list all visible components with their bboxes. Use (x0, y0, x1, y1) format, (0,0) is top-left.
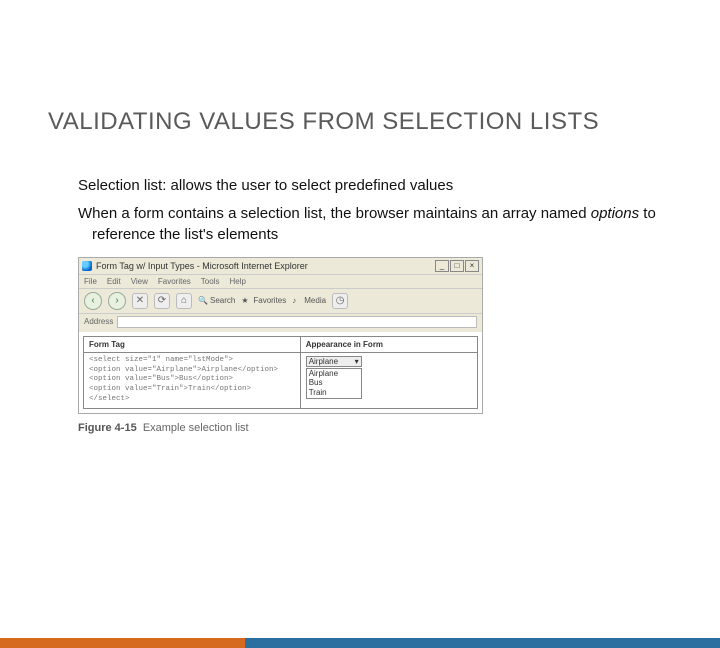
minimize-button[interactable]: _ (435, 260, 449, 272)
figure-text: Example selection list (143, 422, 249, 434)
paragraph-2-em: options (591, 205, 639, 222)
menu-file[interactable]: File (84, 277, 97, 286)
menu-edit[interactable]: Edit (107, 277, 121, 286)
home-button[interactable]: ⌂ (176, 293, 192, 309)
embedded-browser-window: Form Tag w/ Input Types - Microsoft Inte… (78, 257, 483, 414)
slide-body: Selection list: allows the user to selec… (78, 176, 660, 434)
close-button[interactable]: × (465, 260, 479, 272)
slide-title: VALIDATING VALUES FROM SELECTION LISTS (48, 108, 720, 136)
list-item[interactable]: Bus (307, 378, 361, 388)
browser-viewport: Form Tag Appearance in Form <select size… (79, 332, 482, 413)
browser-title: Form Tag w/ Input Types - Microsoft Inte… (96, 261, 308, 271)
figure-label: Figure 4-15 (78, 422, 137, 434)
refresh-button[interactable]: ⟳ (154, 293, 170, 309)
address-bar: Address (79, 314, 482, 332)
figure-caption: Figure 4-15 Example selection list (78, 422, 660, 434)
chevron-down-icon: ▾ (355, 357, 359, 366)
browser-titlebar: Form Tag w/ Input Types - Microsoft Inte… (79, 258, 482, 275)
form-tag-table: Form Tag Appearance in Form <select size… (83, 336, 478, 409)
favorites-button[interactable]: ★Favorites (241, 296, 286, 306)
table-header-formtag: Form Tag (84, 336, 301, 352)
paragraph-1: Selection list: allows the user to selec… (78, 176, 660, 196)
paragraph-2: When a form contains a selection list, t… (78, 204, 660, 245)
table-header-appearance: Appearance in Form (300, 336, 477, 352)
address-input[interactable] (117, 316, 477, 328)
menu-favorites[interactable]: Favorites (158, 277, 191, 286)
stop-button[interactable]: ✕ (132, 293, 148, 309)
accent-bar (0, 638, 720, 648)
select-listbox[interactable]: Airplane Bus Train (306, 368, 362, 399)
list-item[interactable]: Airplane (307, 369, 361, 379)
media-button[interactable]: ♪Media (292, 296, 326, 306)
menu-tools[interactable]: Tools (201, 277, 220, 286)
ie-icon (82, 261, 92, 271)
maximize-button[interactable]: □ (450, 260, 464, 272)
forward-button[interactable]: › (108, 292, 126, 310)
menu-view[interactable]: View (131, 277, 148, 286)
search-button[interactable]: 🔍Search (198, 296, 235, 306)
browser-menubar: File Edit View Favorites Tools Help (79, 275, 482, 288)
browser-toolbar: ‹ › ✕ ⟳ ⌂ 🔍Search ★Favorites ♪Media ◷ (79, 288, 482, 314)
history-button[interactable]: ◷ (332, 293, 348, 309)
select-dropdown[interactable]: Airplane ▾ (306, 356, 362, 367)
appearance-cell: Airplane ▾ Airplane Bus Train (300, 352, 477, 408)
code-cell: <select size="1" name="lstMode"> <option… (84, 352, 301, 408)
address-label: Address (84, 317, 113, 326)
paragraph-2a: When a form contains a selection list, t… (78, 205, 591, 222)
menu-help[interactable]: Help (229, 277, 245, 286)
list-item[interactable]: Train (307, 388, 361, 398)
back-button[interactable]: ‹ (84, 292, 102, 310)
